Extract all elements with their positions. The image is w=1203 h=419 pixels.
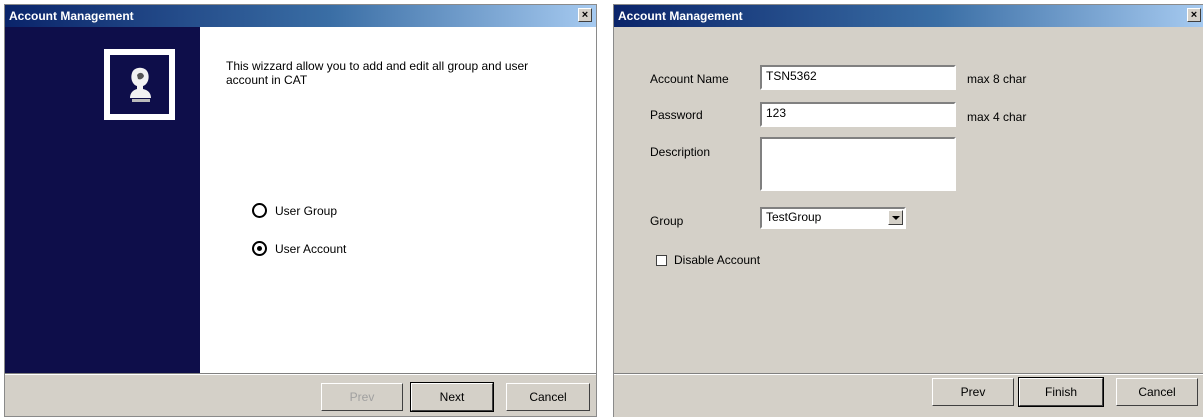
disable-account-label[interactable]: Disable Account — [674, 253, 760, 267]
button-bar-separator — [614, 373, 1203, 375]
user-group-radio[interactable] — [252, 203, 267, 218]
intro-text: This wizzard allow you to add and edit a… — [226, 59, 529, 87]
cancel-button[interactable]: Cancel — [506, 383, 590, 411]
account-name-label: Account Name — [650, 72, 729, 86]
disable-account-checkbox[interactable] — [656, 255, 667, 266]
finish-button[interactable]: Finish — [1018, 377, 1104, 407]
user-silhouette-icon — [130, 67, 151, 102]
window-title: Account Management — [618, 9, 743, 23]
title-bar[interactable]: Account Management × — [614, 5, 1203, 27]
account-management-wizard-window: Account Management × This wizzard allow … — [4, 4, 597, 417]
description-textarea[interactable] — [760, 137, 956, 191]
wizard-side-panel — [5, 27, 200, 373]
cancel-button[interactable]: Cancel — [1116, 378, 1198, 406]
title-bar[interactable]: Account Management × — [5, 5, 596, 27]
close-button[interactable]: × — [1187, 8, 1201, 22]
password-hint: max 4 char — [967, 110, 1027, 124]
group-label: Group — [650, 214, 684, 228]
account-name-hint: max 8 char — [967, 72, 1027, 86]
chevron-down-icon[interactable] — [888, 210, 903, 225]
account-name-input[interactable]: TSN5362 — [760, 65, 956, 90]
group-select[interactable]: TestGroup — [760, 207, 906, 229]
option-user-group[interactable]: User Group — [252, 203, 337, 218]
prev-button[interactable]: Prev — [321, 383, 403, 411]
option-user-account[interactable]: User Account — [252, 241, 346, 256]
account-management-form-window: Account Management × Account Name TSN536… — [613, 4, 1203, 417]
prev-button[interactable]: Prev — [932, 378, 1014, 406]
window-title: Account Management — [9, 9, 134, 23]
password-label: Password — [650, 108, 703, 122]
group-selected-value: TestGroup — [766, 210, 822, 224]
user-account-radio[interactable] — [252, 241, 267, 256]
description-label: Description — [650, 145, 711, 159]
user-group-label: User Group — [275, 203, 338, 218]
wizard-content: This wizzard allow you to add and edit a… — [200, 27, 596, 373]
wizard-logo — [104, 49, 175, 120]
button-bar-separator — [5, 373, 596, 375]
next-button[interactable]: Next — [410, 382, 494, 412]
password-input[interactable]: 123 — [760, 102, 956, 127]
close-button[interactable]: × — [578, 8, 592, 22]
user-account-label: User Account — [275, 241, 347, 256]
